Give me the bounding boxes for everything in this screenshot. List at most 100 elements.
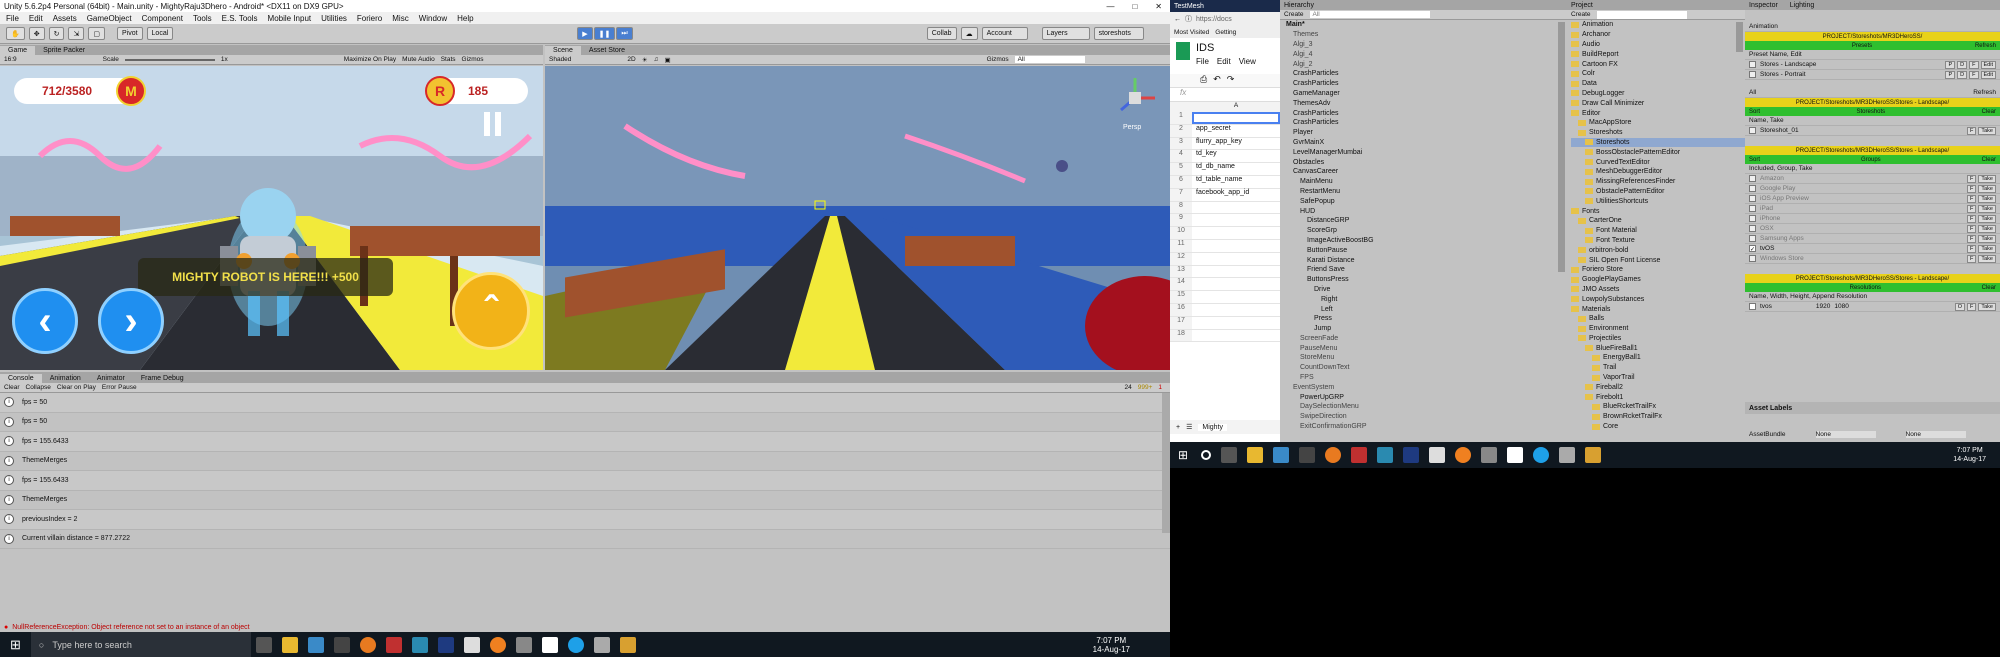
hierarchy-item[interactable]: LevelManagerMumbai	[1286, 147, 1567, 157]
hierarchy-item[interactable]: ImageActiveBoostBG	[1286, 236, 1567, 246]
cell[interactable]	[1192, 278, 1280, 290]
resolution-height[interactable]: 1080	[1834, 303, 1848, 310]
project-item[interactable]: Trail	[1571, 363, 1745, 373]
checkbox[interactable]	[1749, 225, 1756, 232]
hierarchy-item[interactable]: ButtonPause	[1286, 245, 1567, 255]
row-number[interactable]: 18	[1170, 329, 1192, 342]
stats-toggle[interactable]: Stats	[441, 56, 456, 63]
log-entry[interactable]: i ThemeMerges	[0, 491, 1170, 510]
row-buttons[interactable]: F Take	[1967, 244, 1996, 253]
clear-on-play-button[interactable]: Clear on Play	[57, 384, 96, 391]
project-item[interactable]: BuildReport	[1571, 49, 1745, 59]
task-view-icon[interactable]	[255, 636, 272, 653]
app-icon[interactable]	[619, 636, 636, 653]
photoshop-icon[interactable]	[437, 636, 454, 653]
project-item[interactable]: Archanor	[1571, 30, 1745, 40]
app-icon[interactable]	[411, 636, 428, 653]
play-button[interactable]: ▶	[577, 27, 593, 40]
menu-tools[interactable]: Tools	[193, 14, 212, 23]
tab-animation[interactable]: Animation	[42, 374, 89, 383]
layers-dropdown[interactable]: Layers	[1041, 27, 1090, 40]
redo-icon[interactable]: ↷	[1227, 74, 1235, 87]
project-item[interactable]: VaporTrail	[1571, 373, 1745, 383]
project-item[interactable]: Balls	[1571, 314, 1745, 324]
project-item[interactable]: CurvedTextEditor	[1571, 157, 1745, 167]
project-item[interactable]: UtilitiesShortcuts	[1571, 196, 1745, 206]
scene-gizmo-axis[interactable]	[1113, 76, 1157, 120]
project-item[interactable]: Materials	[1571, 304, 1745, 314]
row-number[interactable]: 15	[1170, 291, 1192, 303]
row-buttons[interactable]: F Take	[1967, 224, 1996, 233]
menu-file[interactable]: File	[1196, 57, 1209, 66]
row-buttons[interactable]: P D F Edit	[1945, 70, 1996, 79]
firefox-icon[interactable]	[1325, 447, 1342, 463]
taskbar-search-box[interactable]: ○ Type here to search	[30, 632, 251, 657]
project-item[interactable]: BlueRcketTrailFx	[1571, 402, 1745, 412]
file-explorer-icon[interactable]	[1247, 447, 1264, 463]
row-buttons[interactable]: F Take	[1967, 234, 1996, 243]
project-search-input[interactable]	[1596, 10, 1687, 19]
row-number[interactable]: 9	[1170, 214, 1192, 227]
preset-row[interactable]: Stores - Portrait P D F Edit	[1745, 70, 2000, 80]
app-icon[interactable]	[385, 636, 402, 653]
refresh-button[interactable]: Refresh	[1975, 43, 1996, 49]
app-icon[interactable]	[307, 636, 324, 653]
minimize-icon[interactable]: —	[1106, 2, 1114, 11]
refresh-tab[interactable]: Refresh	[1973, 89, 1996, 96]
menu-gameobject[interactable]: GameObject	[87, 14, 132, 23]
project-item[interactable]: Audio	[1571, 40, 1745, 50]
row-number[interactable]: 16	[1170, 303, 1192, 316]
log-entry[interactable]: i fps = 50	[0, 413, 1170, 432]
hierarchy-scrollbar[interactable]	[1558, 22, 1565, 272]
project-item[interactable]: ObstaclePatternEditor	[1571, 187, 1745, 197]
project-item[interactable]: Storeshots	[1571, 137, 1745, 148]
scene-view[interactable]: Persp	[545, 66, 1170, 370]
epic-games-icon[interactable]	[333, 636, 350, 653]
search-icon[interactable]	[1201, 450, 1212, 460]
warning-count[interactable]: 999+	[1138, 384, 1153, 391]
row-number[interactable]: 5	[1170, 163, 1192, 175]
hierarchy-item[interactable]: Themes	[1286, 30, 1567, 40]
app-icon[interactable]	[541, 636, 558, 653]
log-entry[interactable]: i fps = 50	[0, 393, 1170, 413]
group-row[interactable]: iPad F Take	[1745, 204, 2000, 214]
document-title[interactable]: IDS	[1196, 42, 1256, 54]
hierarchy-item[interactable]: FPS	[1286, 373, 1567, 383]
clear-button[interactable]: Clear	[1982, 109, 1996, 115]
row-number[interactable]: 6	[1170, 175, 1192, 188]
taskbar-clock[interactable]: 7:07 PM 14-Aug-17	[1953, 446, 2000, 464]
hierarchy-item[interactable]: ExitConfirmationGRP	[1286, 422, 1567, 432]
row-number[interactable]: 11	[1170, 239, 1192, 252]
project-item[interactable]: Font Texture	[1571, 236, 1745, 246]
hierarchy-item[interactable]: HUD	[1286, 206, 1567, 216]
cell[interactable]	[1192, 266, 1280, 278]
windows-start-icon[interactable]: ⊞	[0, 637, 31, 653]
move-tool-button[interactable]: ✥	[28, 27, 45, 40]
epic-games-icon[interactable]	[1299, 447, 1316, 463]
cell[interactable]: facebook_app_id	[1192, 189, 1280, 201]
checkbox[interactable]	[1749, 205, 1756, 212]
formula-bar[interactable]: fx	[1170, 88, 1280, 102]
row-buttons[interactable]: F Take	[1967, 214, 1996, 223]
tab-animator[interactable]: Animator	[89, 374, 133, 383]
hierarchy-item[interactable]: DistanceGRP	[1286, 216, 1567, 226]
left-arrow-button[interactable]: ‹	[12, 288, 78, 354]
error-pause-button[interactable]: Error Pause	[102, 384, 137, 391]
shading-dropdown[interactable]: Shaded	[549, 56, 571, 63]
hierarchy-item[interactable]: Jump	[1286, 324, 1567, 334]
log-entry[interactable]: i previousIndex = 2	[0, 510, 1170, 530]
hierarchy-item[interactable]: Algi_2	[1286, 59, 1567, 69]
cell[interactable]	[1192, 240, 1280, 252]
log-entry[interactable]: i Current villain distance = 877.2722	[0, 530, 1170, 549]
menu-help[interactable]: Help	[457, 14, 473, 23]
photoshop-icon[interactable]	[1403, 447, 1420, 463]
project-item[interactable]: orbitron-bold	[1571, 245, 1745, 255]
hierarchy-item[interactable]: PowerUpGRP	[1286, 392, 1567, 402]
hierarchy-item[interactable]: Drive	[1286, 285, 1567, 295]
project-scrollbar[interactable]	[1736, 22, 1743, 52]
hierarchy-item[interactable]: Right	[1286, 294, 1567, 304]
app-icon[interactable]	[1273, 447, 1290, 463]
hierarchy-item[interactable]: SwipeDirection	[1286, 412, 1567, 422]
menu-es-tools[interactable]: E.S. Tools	[222, 14, 258, 23]
tab-scene[interactable]: Scene	[545, 46, 581, 55]
